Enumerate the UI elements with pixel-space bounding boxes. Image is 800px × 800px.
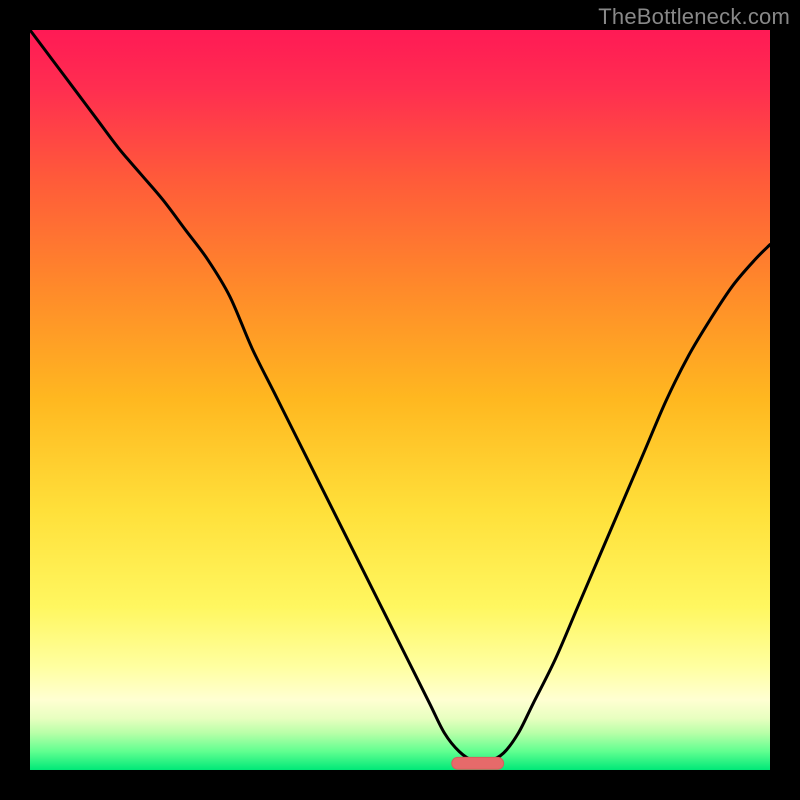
plot-svg <box>30 30 770 770</box>
plot-area <box>30 30 770 770</box>
optimal-marker <box>452 757 504 769</box>
watermark-text: TheBottleneck.com <box>598 4 790 30</box>
gradient-background <box>30 30 770 770</box>
chart-frame: TheBottleneck.com <box>0 0 800 800</box>
